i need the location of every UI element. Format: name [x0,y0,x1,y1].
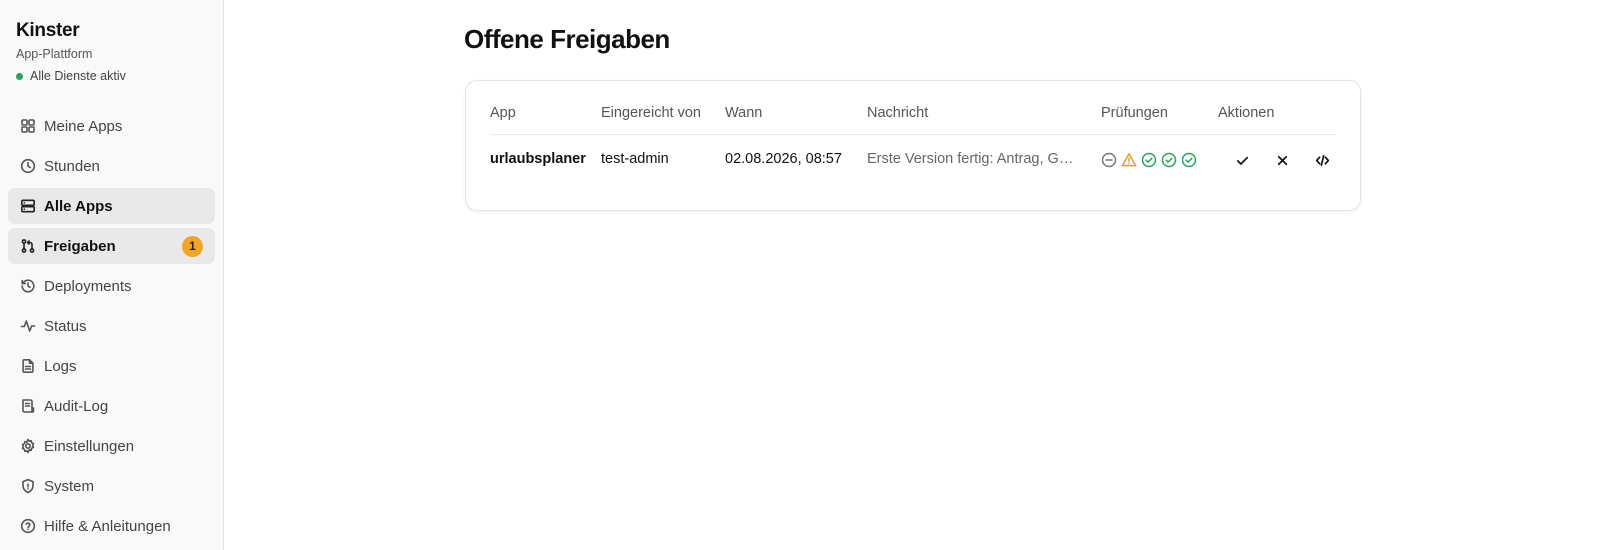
approvals-table-card: App Eingereicht von Wann Nachricht Prüfu… [465,80,1361,211]
close-icon [1277,155,1287,165]
check-passed-icon [1181,152,1197,168]
column-header-app: App [490,105,516,121]
cell-when: 02.08.2026, 08:57 [725,151,842,167]
activity-icon [20,318,36,334]
sidebar-item-label: Hilfe & Anleitungen [44,517,171,535]
brand-subtitle: App-Plattform [16,47,93,61]
sidebar-item-label: Alle Apps [44,197,113,215]
sidebar-item-stunden[interactable]: Stunden [8,148,215,184]
history-icon [20,278,36,294]
sidebar-item-einstellungen[interactable]: Einstellungen [8,428,215,464]
pending-count-badge: 1 [182,235,203,257]
sidebar-item-logs[interactable]: Logs [8,348,215,384]
gear-icon [20,438,36,454]
check-passed-icon [1141,152,1157,168]
page-title: Offene Freigaben [464,24,670,54]
column-header-submitted-by: Eingereicht von [601,105,701,121]
check-passed-icon [1161,152,1177,168]
approve-button[interactable] [1228,146,1256,174]
sidebar-item-label: Deployments [44,277,132,295]
service-status-label: Alle Dienste aktiv [30,69,126,83]
sidebar-item-label: Einstellungen [44,437,135,455]
check-warning-icon [1121,152,1137,168]
clock-icon [20,158,36,174]
sidebar-item-deployments[interactable]: Deployments [8,268,215,304]
sidebar-item-meine-apps[interactable]: Meine Apps [8,108,215,144]
cell-app: urlaubsplaner [490,151,586,167]
cell-message: Erste Version fertig: Antrag, Ge… [867,151,1081,167]
sidebar-item-label: Freigaben [44,237,116,255]
code-icon [1315,154,1329,166]
sidebar-nav: Meine Apps Stunden Alle Apps Freigaben 1 [8,108,215,548]
column-header-actions: Aktionen [1218,105,1275,121]
sidebar-item-label: Logs [44,357,77,375]
git-pull-request-icon [20,238,36,254]
table-row: urlaubsplaner test-admin 02.08.2026, 08:… [490,135,1337,187]
sidebar-item-system[interactable]: System [8,468,215,504]
check-skipped-icon [1101,152,1117,168]
sidebar: Kinster App-Plattform Alle Dienste aktiv… [0,0,224,550]
file-text-icon [20,358,36,374]
shield-icon [20,478,36,494]
sidebar-item-label: System [44,477,95,495]
sidebar-item-freigaben[interactable]: Freigaben 1 [8,228,215,264]
brand-title: Kinster [16,20,80,41]
service-status: Alle Dienste aktiv [16,69,207,83]
cell-actions [1228,146,1348,174]
sidebar-item-alle-apps[interactable]: Alle Apps [8,188,215,224]
column-header-message: Nachricht [867,105,929,121]
sidebar-item-label: Meine Apps [44,117,123,135]
help-circle-icon [20,518,36,534]
column-header-checks: Prüfungen [1101,105,1168,121]
reject-button[interactable] [1268,146,1296,174]
sidebar-item-label: Stunden [44,157,100,175]
sidebar-item-label: Status [44,317,87,335]
brand: Kinster App-Plattform Alle Dienste aktiv [0,0,223,83]
cell-checks [1101,152,1201,168]
view-code-button[interactable] [1308,146,1336,174]
cell-submitted-by: test-admin [601,151,669,167]
status-dot-icon [16,72,23,80]
sidebar-item-hilfe[interactable]: Hilfe & Anleitungen [8,508,215,544]
sidebar-item-status[interactable]: Status [8,308,215,344]
receipt-icon [20,398,36,414]
sidebar-item-audit-log[interactable]: Audit-Log [8,388,215,424]
grid-icon [20,118,36,134]
table-header: App Eingereicht von Wann Nachricht Prüfu… [490,81,1337,135]
column-header-when: Wann [725,105,763,121]
check-icon [1236,156,1248,165]
server-icon [20,198,36,214]
sidebar-item-label: Audit-Log [44,397,109,415]
